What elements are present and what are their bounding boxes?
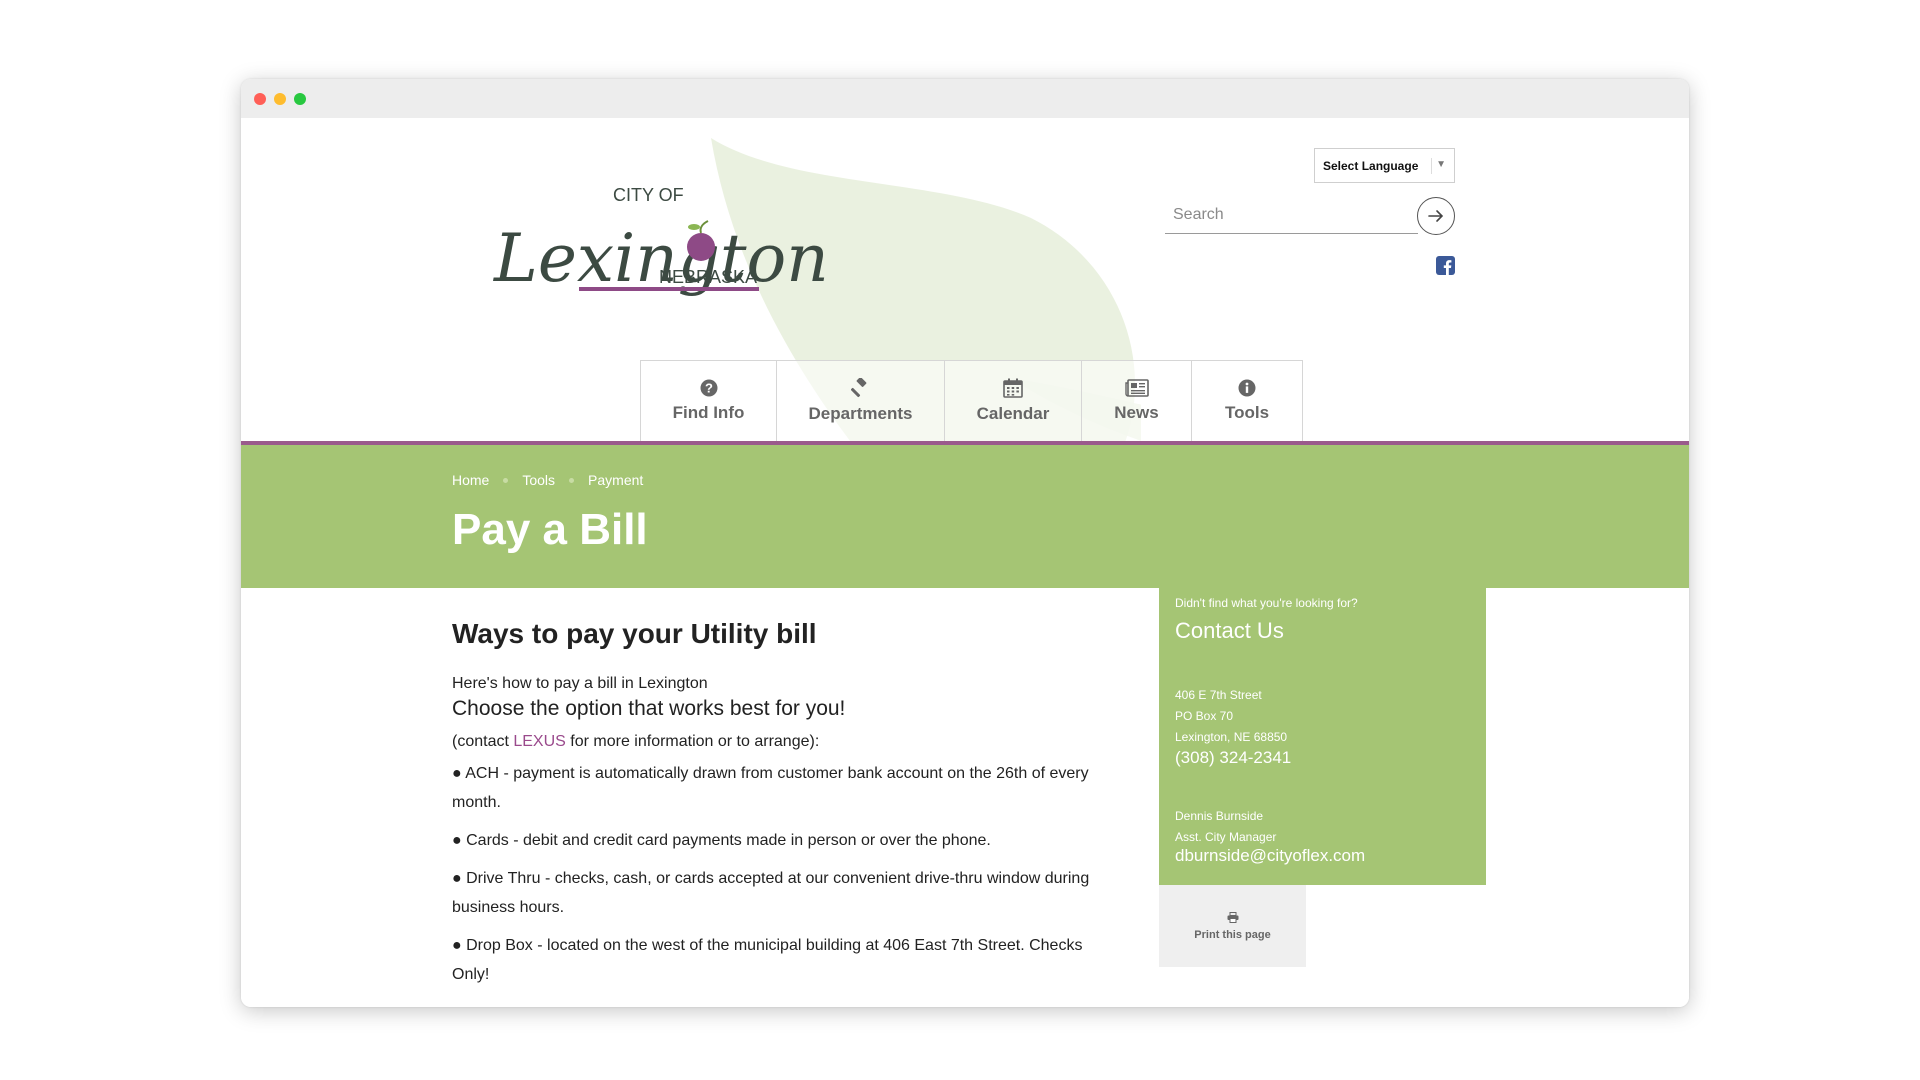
browser-window: CITY OF Lexington NEBRASKA Select Langua… <box>241 79 1689 1007</box>
gavel-icon <box>850 378 866 398</box>
lead-text: Choose the option that works best for yo… <box>452 697 846 720</box>
intro-text: Here's how to pay a bill in Lexington <box>452 675 708 692</box>
nav-item-label: Calendar <box>976 404 1050 423</box>
contact-line: (contact LEXUS for more information or t… <box>452 733 820 750</box>
page-title: Pay a Bill <box>452 505 648 554</box>
close-window-button[interactable] <box>254 93 266 105</box>
nav-item-tools[interactable]: Tools <box>1192 361 1302 441</box>
breadcrumb-home[interactable]: Home <box>452 472 489 488</box>
nav-item-find-info[interactable]: ? Find Info <box>641 361 777 441</box>
sidebar-phone[interactable]: (308) 324-2341 <box>1175 748 1291 768</box>
payment-option-ach: ● ACH - payment is automatically drawn f… <box>452 765 1089 811</box>
search-field <box>1165 196 1418 234</box>
print-page-button[interactable]: Print this page <box>1159 885 1306 967</box>
nav-item-label: Find Info <box>672 403 745 422</box>
language-select[interactable]: Select Language ▼ <box>1314 148 1455 183</box>
payment-option-drive-thru: ● Drive Thru - checks, cash, or cards ac… <box>452 870 1090 916</box>
sidebar-address: 406 E 7th Street PO Box 70 Lexington, NE… <box>1175 688 1288 744</box>
logo-nebraska: NEBRASKA <box>659 267 757 287</box>
question-circle-icon: ? <box>700 379 717 397</box>
logo-city-of: CITY OF <box>613 185 684 205</box>
info-circle-icon <box>1238 379 1256 397</box>
minimize-window-button[interactable] <box>274 93 286 105</box>
section-heading: Ways to pay your Utility bill <box>452 618 817 649</box>
caret-down-icon: ▼ <box>1436 159 1446 170</box>
nav-item-label: Tools <box>1224 403 1270 422</box>
nav-item-calendar[interactable]: Calendar <box>945 361 1082 441</box>
payment-option-cards: ● Cards - debit and credit card payments… <box>452 832 991 849</box>
sidebar-contact-person: Dennis Burnside Asst. City Manager <box>1175 809 1277 844</box>
breadcrumb-tools[interactable]: Tools <box>522 472 555 488</box>
window-titlebar <box>241 79 1689 118</box>
print-icon <box>1227 911 1238 923</box>
language-select-label: Select Language <box>1323 158 1419 173</box>
nav-item-label: Departments <box>808 404 913 423</box>
arrow-right-icon <box>1428 210 1444 222</box>
contact-sidebar: Didn't find what you're looking for? Con… <box>1159 588 1486 885</box>
nav-item-news[interactable]: News <box>1082 361 1192 441</box>
nav-item-label: News <box>1114 403 1159 422</box>
payment-option-drop-box: ● Drop Box - located on the west of the … <box>452 937 1083 983</box>
breadcrumb-payment: Payment <box>588 472 644 488</box>
calendar-icon <box>1003 378 1023 398</box>
main-navigation: ? Find Info Departments Calendar News To… <box>640 360 1303 441</box>
page-viewport: CITY OF Lexington NEBRASKA Select Langua… <box>241 118 1689 1007</box>
nav-item-departments[interactable]: Departments <box>777 361 945 441</box>
maximize-window-button[interactable] <box>294 93 306 105</box>
city-logo[interactable]: CITY OF Lexington NEBRASKA <box>486 163 829 313</box>
sidebar-question: Didn't find what you're looking for? <box>1175 596 1358 610</box>
facebook-icon[interactable] <box>1436 256 1455 275</box>
lexus-link[interactable]: LEXUS <box>513 733 565 750</box>
apple-icon <box>687 233 715 261</box>
search-input[interactable] <box>1165 196 1418 233</box>
newspaper-icon <box>1124 379 1149 397</box>
search-submit-button[interactable] <box>1417 197 1455 235</box>
main-content: Ways to pay your Utility bill Here's how… <box>452 618 1122 998</box>
breadcrumb: Home Tools Payment <box>452 472 643 488</box>
svg-text:?: ? <box>705 381 713 396</box>
page-header-band: Home Tools Payment Pay a Bill <box>241 445 1689 588</box>
print-page-label: Print this page <box>1194 928 1271 941</box>
sidebar-title: Contact Us <box>1175 618 1284 643</box>
sidebar-email-link[interactable]: dburnside@cityoflex.com <box>1175 846 1365 866</box>
